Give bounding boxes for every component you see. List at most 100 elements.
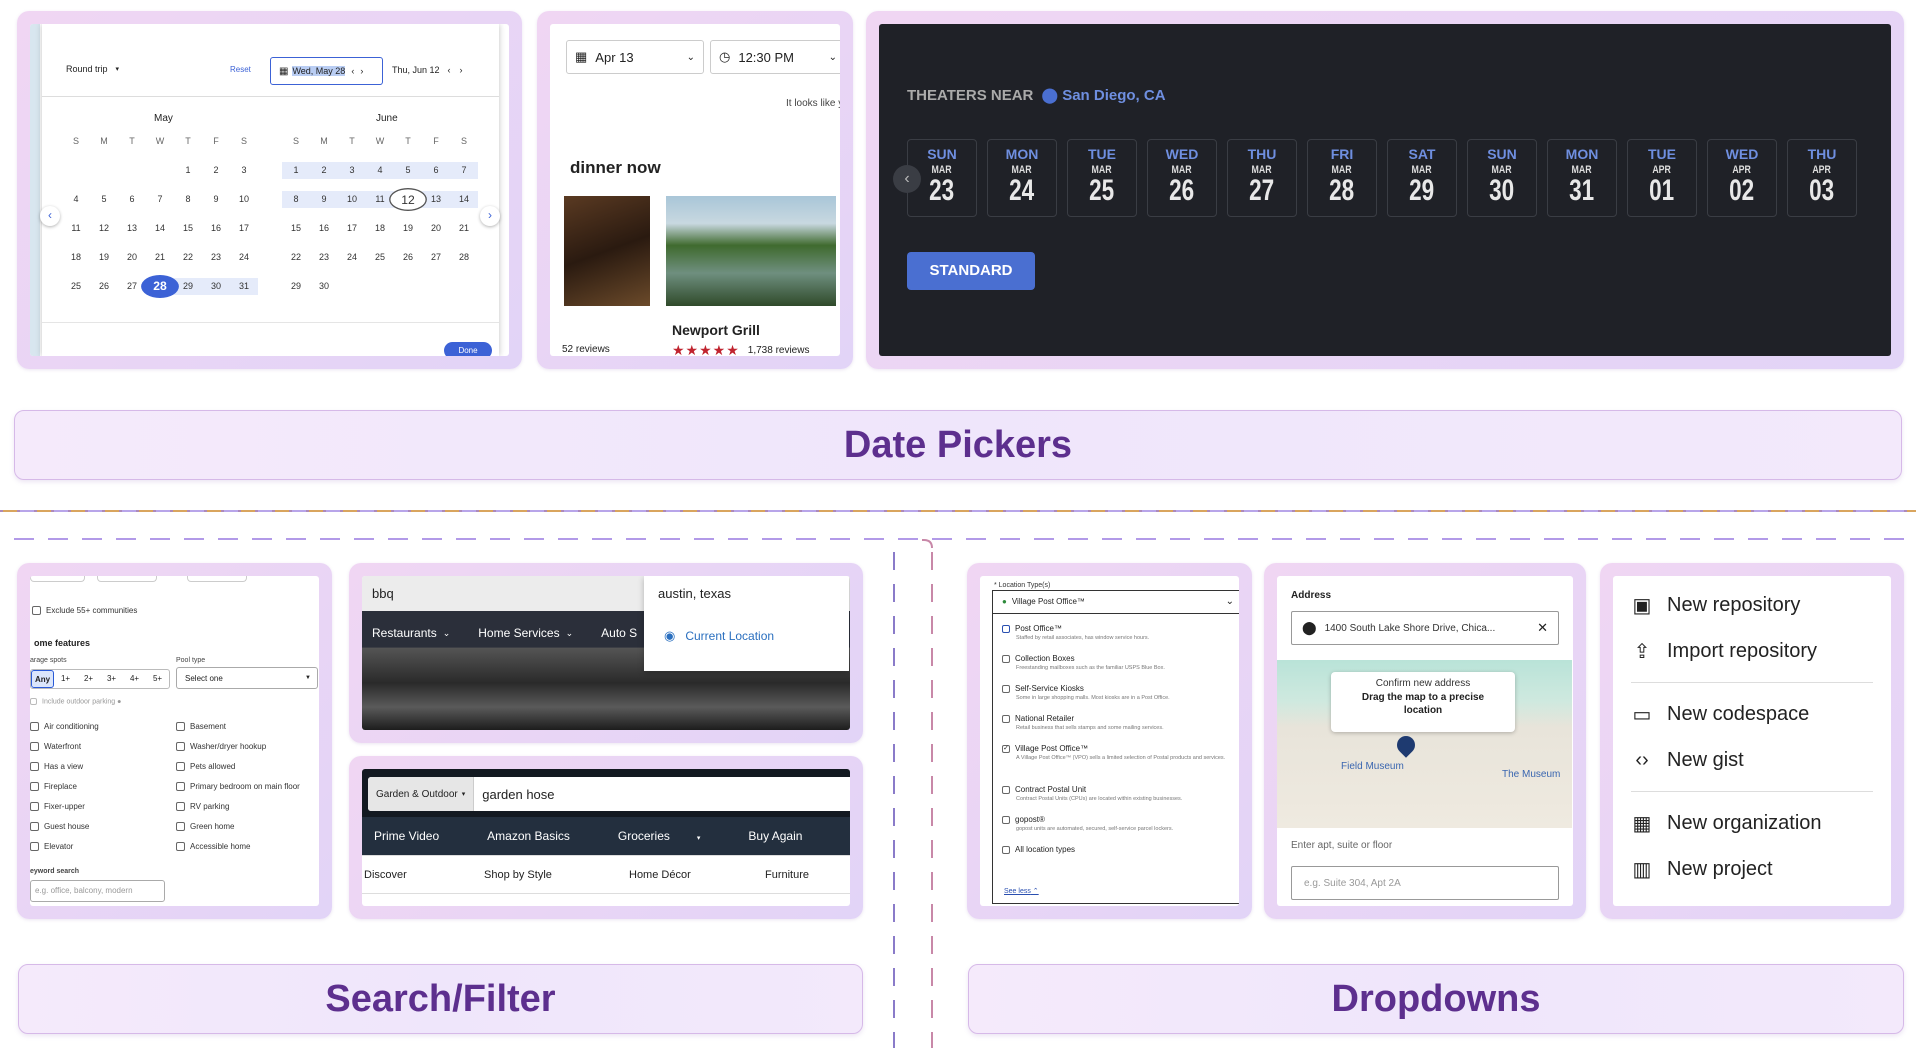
calendar-day[interactable]: 17	[338, 220, 366, 237]
calendar-day[interactable]: 27	[422, 249, 450, 266]
calendar-day[interactable]: 12	[389, 188, 427, 211]
chevron-left-icon[interactable]: ‹	[351, 66, 354, 76]
feature-checkbox[interactable]: Fixer-upper	[30, 796, 99, 816]
calendar-day[interactable]: 10	[338, 191, 366, 208]
time-select[interactable]: ◷ 12:30 PM ⌄	[710, 40, 840, 74]
subnav-item[interactable]: Furniture	[765, 869, 809, 881]
date-option[interactable]: SUN MAR 30	[1467, 139, 1537, 217]
calendar-day[interactable]: 5	[394, 162, 422, 179]
feature-checkbox[interactable]: Fireplace	[30, 776, 99, 796]
calendar-day[interactable]: 3	[230, 162, 258, 179]
calendar-day[interactable]: 4	[62, 191, 90, 208]
next-month-button[interactable]: ›	[480, 206, 500, 226]
menu-item-new-codespace[interactable]: ▭ New codespace	[1631, 691, 1873, 737]
calendar-day[interactable]: 8	[174, 191, 202, 208]
calendar-day[interactable]: 18	[62, 249, 90, 266]
location-type-option[interactable]: All location types	[992, 839, 1239, 869]
chevron-right-icon[interactable]: ›	[360, 66, 363, 76]
chevron-right-icon[interactable]: ›	[460, 65, 463, 75]
location-type-select[interactable]: ● Village Post Office™ ⌄	[992, 590, 1239, 614]
date-select[interactable]: ▦ Apr 13 ⌄	[566, 40, 704, 74]
nav-item[interactable]: Home Services ⌄	[478, 626, 573, 640]
prev-dates-button[interactable]: ‹	[893, 165, 921, 193]
location-type-option[interactable]: National Retailer Retail business that se…	[992, 708, 1239, 738]
calendar-day[interactable]: 16	[310, 220, 338, 237]
date-option[interactable]: WED MAR 26	[1147, 139, 1217, 217]
standard-format-button[interactable]: STANDARD	[907, 252, 1035, 290]
feature-checkbox[interactable]: Accessible home	[176, 836, 300, 856]
restaurant-photo-left[interactable]	[564, 196, 650, 306]
calendar-day[interactable]: 26	[90, 278, 118, 295]
calendar-day[interactable]: 4	[366, 162, 394, 179]
subnav-item[interactable]: Discover	[364, 869, 407, 881]
count-option[interactable]: 3+	[100, 670, 123, 688]
feature-checkbox[interactable]: Washer/dryer hookup	[176, 736, 300, 756]
calendar-day[interactable]: 21	[450, 220, 478, 237]
city-link[interactable]: San Diego, CA	[1062, 87, 1165, 104]
menu-item-import-repository[interactable]: ⇪ Import repository	[1631, 628, 1873, 674]
clear-icon[interactable]: ✕	[1537, 620, 1548, 636]
trip-type-select[interactable]: Round trip ▾	[66, 64, 119, 74]
prev-month-button[interactable]: ‹	[40, 206, 60, 226]
calendar-day[interactable]: 9	[310, 191, 338, 208]
calendar-day[interactable]: 8	[282, 191, 310, 208]
calendar-day[interactable]: 10	[230, 191, 258, 208]
calendar-day[interactable]: 22	[174, 249, 202, 266]
calendar-day[interactable]: 6	[118, 191, 146, 208]
location-type-option[interactable]: ✓ Village Post Office™ A Village Post Offi…	[992, 738, 1239, 779]
calendar-day[interactable]: 19	[394, 220, 422, 237]
calendar-day[interactable]: 20	[422, 220, 450, 237]
calendar-day[interactable]: 16	[202, 220, 230, 237]
calendar-day[interactable]: 23	[202, 249, 230, 266]
calendar-day[interactable]: 2	[310, 162, 338, 179]
calendar-day[interactable]: 24	[338, 249, 366, 266]
calendar-day[interactable]: 21	[146, 249, 174, 266]
pool-type-select[interactable]: Select one ▼	[176, 667, 318, 689]
location-input[interactable]: austin, texas	[658, 586, 731, 601]
location-type-option[interactable]: Collection Boxes Freestanding mailboxes s…	[992, 648, 1239, 678]
reset-button[interactable]: Reset	[230, 65, 251, 74]
department-select[interactable]: Garden & Outdoor ▾	[368, 777, 475, 811]
count-option[interactable]: 5+	[146, 670, 169, 688]
date-option[interactable]: THU MAR 27	[1227, 139, 1297, 217]
depart-date-field[interactable]: ▦ Wed, May 28 ‹ ›	[270, 57, 383, 85]
calendar-day[interactable]: 17	[230, 220, 258, 237]
calendar-day[interactable]: 19	[90, 249, 118, 266]
menu-item-new-gist[interactable]: ‹› New gist	[1631, 737, 1873, 783]
nav-item[interactable]: Auto S	[601, 626, 637, 640]
calendar-day[interactable]: 3	[338, 162, 366, 179]
feature-checkbox[interactable]: Waterfront	[30, 736, 99, 756]
calendar-day[interactable]: 22	[282, 249, 310, 266]
restaurant-name[interactable]: Newport Grill	[672, 322, 760, 338]
calendar-day[interactable]: 6	[422, 162, 450, 179]
calendar-day[interactable]: 7	[450, 162, 478, 179]
calendar-day[interactable]: 18	[366, 220, 394, 237]
exclude-55-checkbox[interactable]: Exclude 55+ communities	[32, 600, 137, 620]
calendar-day[interactable]: 25	[62, 278, 90, 295]
calendar-day[interactable]: 23	[310, 249, 338, 266]
restaurant-photo-newport[interactable]	[666, 196, 836, 306]
date-option[interactable]: TUE APR 01	[1627, 139, 1697, 217]
see-less-link[interactable]: See less ⌃	[1004, 887, 1039, 895]
subnav-item[interactable]: Home Décor	[629, 869, 691, 881]
outdoor-parking-checkbox[interactable]: Include outdoor parking ●	[30, 698, 121, 705]
date-option[interactable]: THU APR 03	[1787, 139, 1857, 217]
calendar-day[interactable]: 13	[118, 220, 146, 237]
feature-checkbox[interactable]: Pets allowed	[176, 756, 300, 776]
nav-item[interactable]: Groceries ▾	[618, 829, 725, 843]
date-option[interactable]: SAT MAR 29	[1387, 139, 1457, 217]
calendar-day[interactable]: 31	[230, 278, 258, 295]
location-type-option[interactable]: Self-Service Kiosks Some in large shoppin…	[992, 678, 1239, 708]
menu-item-new-project[interactable]: ▥ New project	[1631, 846, 1873, 892]
feature-checkbox[interactable]: Green home	[176, 816, 300, 836]
calendar-day[interactable]: 9	[202, 191, 230, 208]
feature-checkbox[interactable]: Air conditioning	[30, 716, 99, 736]
location-type-option[interactable]: Post Office™ Staffed by retail associates…	[992, 618, 1239, 648]
calendar-day[interactable]: 14	[450, 191, 478, 208]
done-button[interactable]: Done	[444, 342, 492, 356]
date-option[interactable]: MON MAR 24	[987, 139, 1057, 217]
count-option[interactable]: 1+	[54, 670, 77, 688]
current-location-option[interactable]: ◉ Current Location	[664, 628, 774, 644]
nav-item[interactable]: Buy Again	[748, 829, 826, 843]
feature-checkbox[interactable]: Elevator	[30, 836, 99, 856]
